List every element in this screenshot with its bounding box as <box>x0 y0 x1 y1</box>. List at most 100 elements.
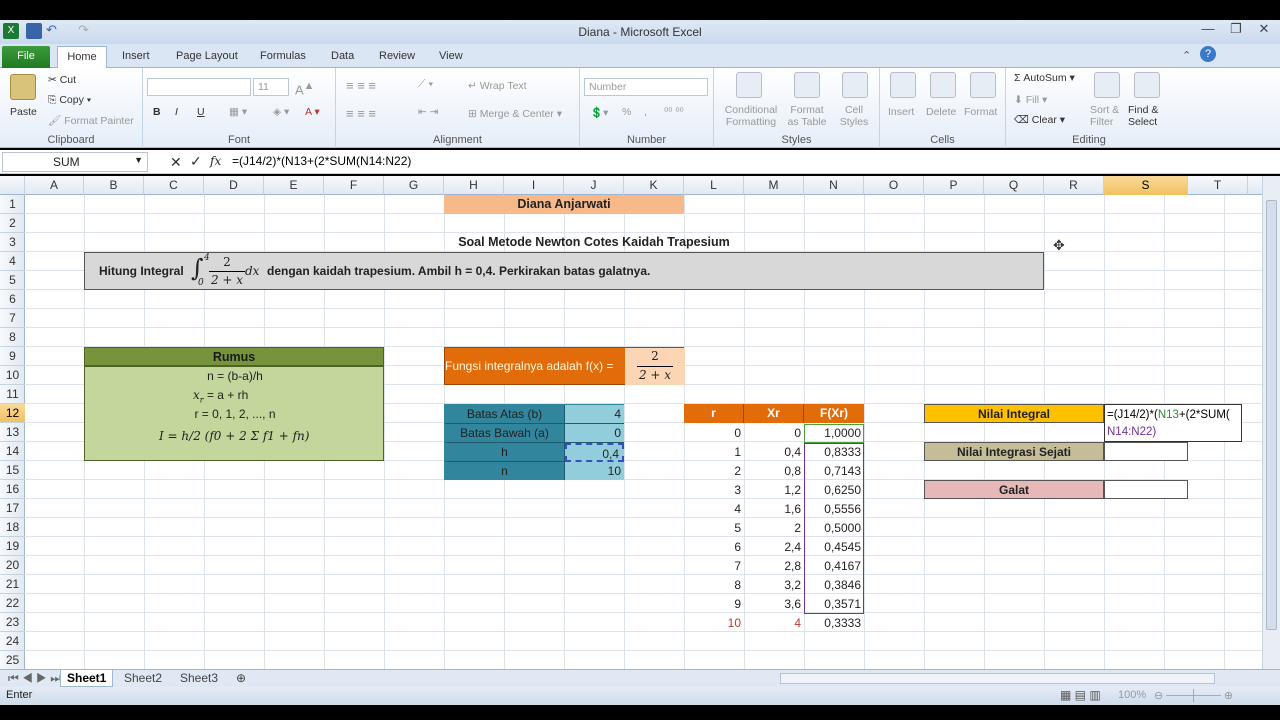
column-header[interactable]: M <box>744 176 804 195</box>
r-cell[interactable]: 9 <box>684 595 744 614</box>
xr-cell[interactable]: 0 <box>744 424 804 443</box>
number-format-select[interactable]: Number <box>584 78 708 96</box>
row-header[interactable]: 8 <box>0 328 25 347</box>
orientation-icon[interactable]: ⟋ ▾ <box>418 78 433 91</box>
row-header[interactable]: 18 <box>0 518 25 537</box>
r-cell[interactable]: 2 <box>684 462 744 481</box>
sheet-tab-1[interactable]: Sheet1 <box>60 670 114 687</box>
column-header[interactable]: J <box>564 176 624 195</box>
column-header[interactable]: T <box>1188 176 1248 195</box>
column-header[interactable]: N <box>804 176 864 195</box>
grow-font-icon[interactable]: A▲ <box>295 80 314 97</box>
indent-icon[interactable]: ⇤ ⇥ <box>418 106 439 118</box>
editing-cell-s12[interactable]: =(J14/2)*(N13+(2*SUM( N14:N22) <box>1104 404 1242 442</box>
xr-cell[interactable]: 1,6 <box>744 500 804 519</box>
merge-center-button[interactable]: ⊞ Merge & Center ▾ <box>468 108 562 120</box>
row-header[interactable]: 7 <box>0 309 25 328</box>
horizontal-scrollbar[interactable] <box>780 673 1215 684</box>
table-header[interactable]: Xr <box>744 404 804 423</box>
percent-button[interactable]: % <box>622 106 631 118</box>
clear-button[interactable]: ⌫ Clear ▾ <box>1014 114 1065 126</box>
param-label[interactable]: h <box>445 443 565 462</box>
column-header[interactable]: F <box>324 176 384 195</box>
xr-cell[interactable]: 3,2 <box>744 576 804 595</box>
row-header[interactable]: 1 <box>0 195 25 214</box>
italic-button[interactable]: I <box>175 106 178 118</box>
title-cell[interactable]: Soal Metode Newton Cotes Kaidah Trapesiu… <box>384 233 804 252</box>
insert-cells-button[interactable]: Insert <box>888 106 914 118</box>
r-cell[interactable]: 0 <box>684 424 744 443</box>
sheet-tab-2[interactable]: Sheet2 <box>118 670 168 687</box>
column-header[interactable]: H <box>444 176 504 195</box>
column-header[interactable]: Q <box>984 176 1044 195</box>
fungsi-box[interactable]: Fungsi integralnya adalah f(x) = 2 2 + x <box>444 347 685 385</box>
row-header[interactable]: 9 <box>0 347 25 366</box>
column-header[interactable]: O <box>864 176 924 195</box>
autosum-button[interactable]: Σ AutoSum ▾ <box>1014 72 1075 84</box>
xr-cell[interactable]: 3,6 <box>744 595 804 614</box>
row-header[interactable]: 23 <box>0 613 25 632</box>
column-header[interactable]: S <box>1104 176 1188 195</box>
rumus-box[interactable]: n = (b-a)/h xr = a + rh r = 0, 1, 2, ...… <box>84 366 384 461</box>
name-box[interactable]: SUM ▼ <box>2 152 148 172</box>
row-header[interactable]: 12 <box>0 404 25 423</box>
author-cell[interactable]: Diana Anjarwati <box>444 195 684 214</box>
column-header[interactable]: A <box>25 176 84 195</box>
comma-button[interactable]: , <box>644 106 647 118</box>
param-label[interactable]: n <box>445 462 565 480</box>
row-header[interactable]: 10 <box>0 366 25 385</box>
table-header[interactable]: F(Xr) <box>804 404 864 423</box>
align-top-icon[interactable]: ≡ ≡ ≡ <box>346 78 376 93</box>
currency-icon[interactable]: 💲▾ <box>590 106 608 119</box>
row-header[interactable]: 19 <box>0 537 25 556</box>
table-header[interactable]: r <box>684 404 744 423</box>
conditional-formatting-button[interactable]: Conditional Formatting <box>722 104 780 128</box>
new-sheet-icon[interactable]: ⊕ <box>230 670 252 687</box>
row-header[interactable]: 22 <box>0 594 25 613</box>
param-value[interactable]: 10 <box>565 462 624 480</box>
xr-cell[interactable]: 1,2 <box>744 481 804 500</box>
format-painter-button[interactable]: 🖌 Format Painter <box>48 114 134 127</box>
format-as-table-button[interactable]: Format as Table <box>784 104 830 128</box>
column-header[interactable]: C <box>144 176 204 195</box>
tab-insert[interactable]: Insert <box>122 48 150 68</box>
param-value[interactable]: 4 <box>565 405 624 424</box>
paste-icon[interactable] <box>10 74 36 100</box>
row-header[interactable]: 16 <box>0 480 25 499</box>
underline-button[interactable]: U <box>197 106 205 118</box>
zoom-level[interactable]: 100% <box>1118 689 1146 701</box>
tab-review[interactable]: Review <box>379 48 415 68</box>
fill-color-icon[interactable]: ◈ ▾ <box>273 106 289 118</box>
xr-cell[interactable]: 0,4 <box>744 443 804 462</box>
delete-cells-button[interactable]: Delete <box>926 106 956 118</box>
r-cell[interactable]: 4 <box>684 500 744 519</box>
row-header[interactable]: 21 <box>0 575 25 594</box>
param-label[interactable]: Batas Bawah (a) <box>445 424 565 443</box>
column-header[interactable]: E <box>264 176 324 195</box>
tab-page-layout[interactable]: Page Layout <box>176 48 238 68</box>
maximize-icon[interactable]: ❐ <box>1222 20 1250 38</box>
rumus-header[interactable]: Rumus <box>84 347 384 366</box>
xr-cell[interactable]: 0,8 <box>744 462 804 481</box>
sheet-nav-icon[interactable]: ⏮ ◀ ▶ ⏭ <box>2 670 67 687</box>
row-header[interactable]: 15 <box>0 461 25 480</box>
align-left-icon[interactable]: ≡ ≡ ≡ <box>346 106 376 121</box>
xr-cell[interactable]: 4 <box>744 614 804 633</box>
paste-button[interactable]: Paste <box>10 106 37 118</box>
row-header[interactable]: 3 <box>0 233 25 252</box>
column-header[interactable]: K <box>624 176 684 195</box>
nilai-sejati-label[interactable]: Nilai Integrasi Sejati <box>924 442 1104 461</box>
copy-button[interactable]: ⎘ Copy ▾ <box>48 94 91 107</box>
row-header[interactable]: 5 <box>0 271 25 290</box>
fill-button[interactable]: ⬇ Fill ▾ <box>1014 94 1047 106</box>
vertical-scrollbar[interactable] <box>1262 176 1280 669</box>
nilai-integral-label[interactable]: Nilai Integral <box>924 404 1104 423</box>
row-header[interactable]: 14 <box>0 442 25 461</box>
xr-cell[interactable]: 2 <box>744 519 804 538</box>
help-icon[interactable]: ? <box>1200 46 1216 62</box>
r-cell[interactable]: 5 <box>684 519 744 538</box>
r-cell[interactable]: 8 <box>684 576 744 595</box>
cut-button[interactable]: ✂ Cut <box>48 74 76 86</box>
tab-home[interactable]: Home <box>57 46 107 69</box>
param-value[interactable]: 0,4 <box>565 443 624 462</box>
